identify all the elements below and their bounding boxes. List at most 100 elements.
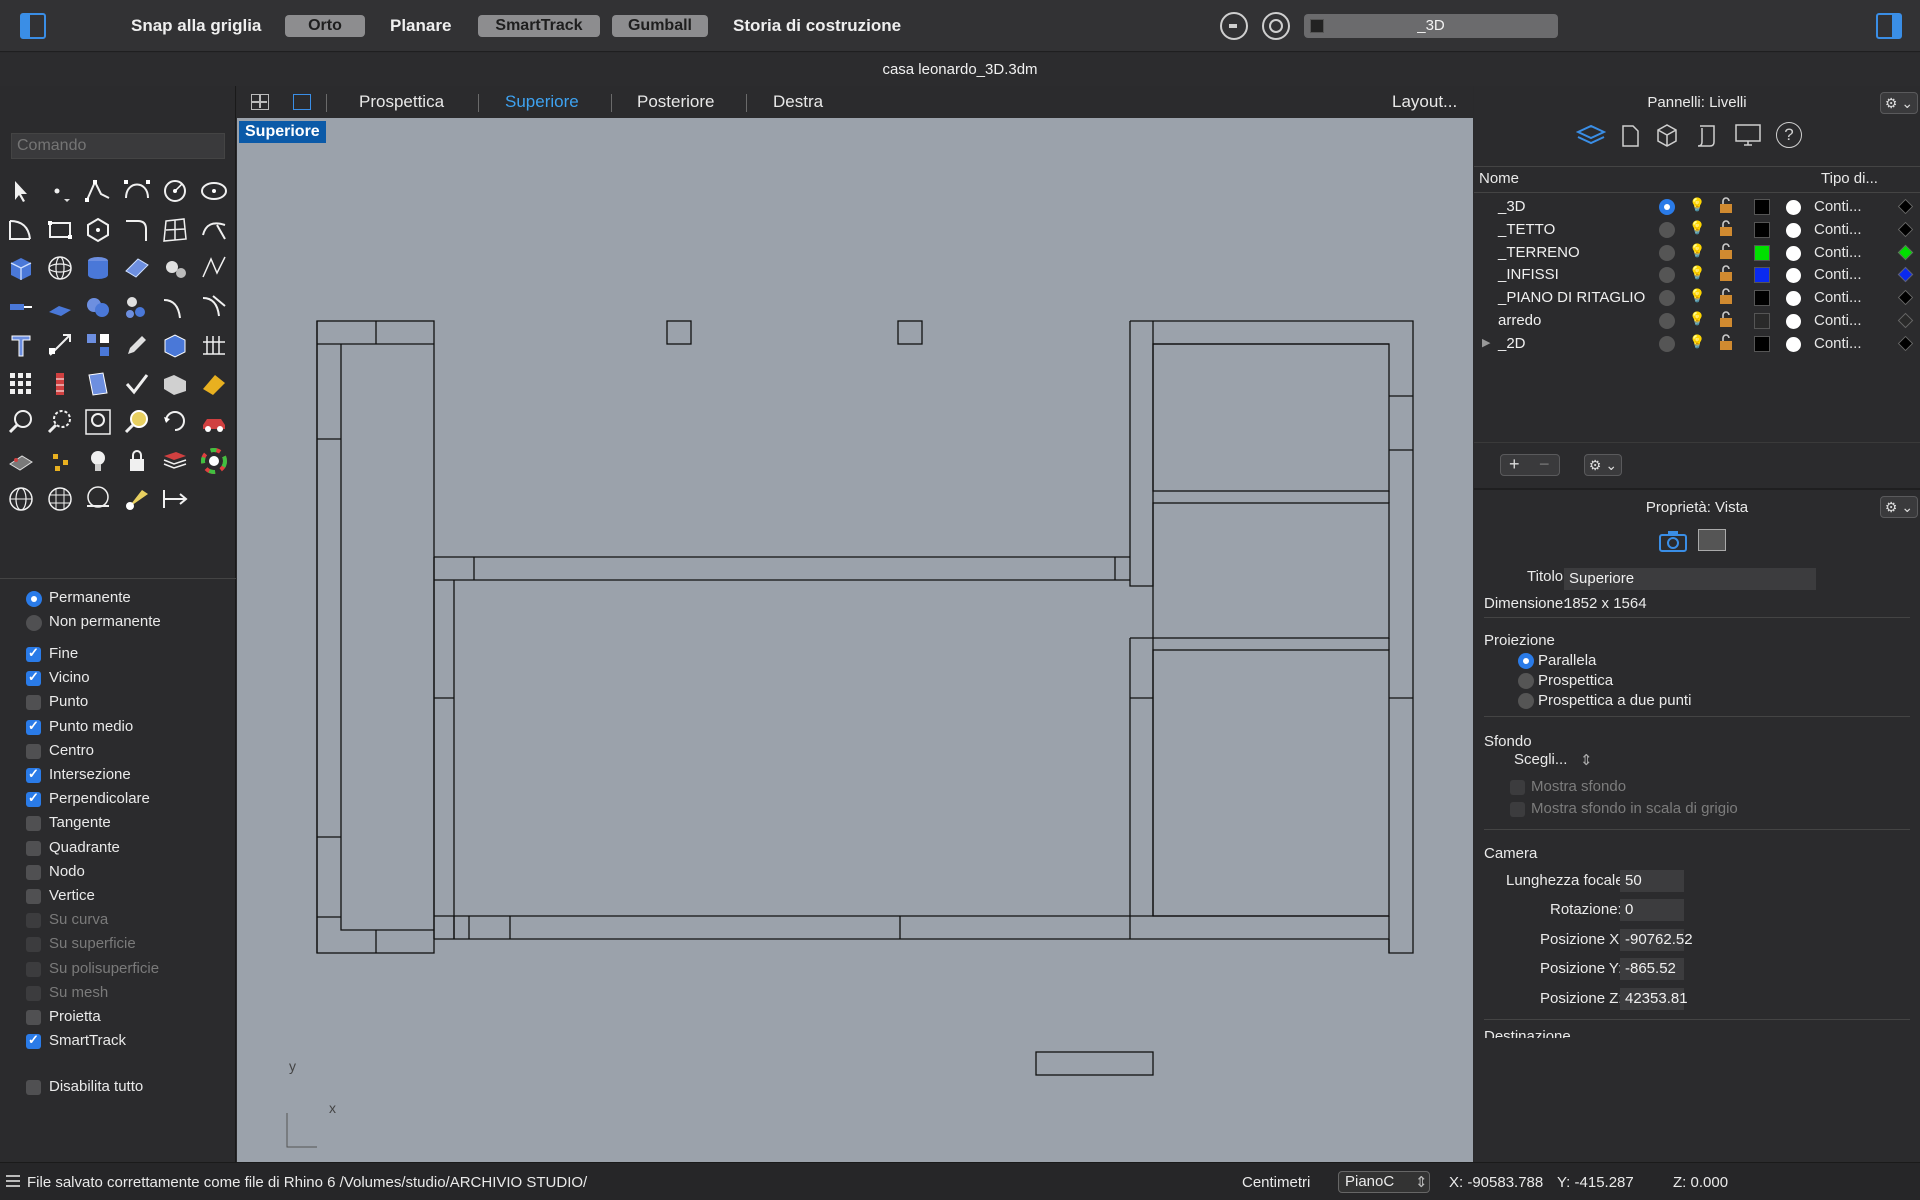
position-y-field[interactable]: -865.52 bbox=[1620, 958, 1684, 980]
layer-color-swatch[interactable] bbox=[1754, 244, 1770, 261]
layer-row[interactable]: arredo 💡 Conti... bbox=[1474, 310, 1920, 333]
scale-tool-icon[interactable] bbox=[43, 328, 77, 362]
lock-icon[interactable] bbox=[1719, 197, 1733, 213]
layer-color-swatch[interactable] bbox=[1754, 267, 1770, 284]
print-color-icon[interactable] bbox=[1897, 312, 1914, 329]
position-z-field[interactable]: 42353.81 bbox=[1620, 988, 1688, 1010]
notes-scroll-icon[interactable] bbox=[1694, 122, 1720, 148]
polygon-tool-icon[interactable] bbox=[81, 213, 115, 247]
current-layer-radio[interactable] bbox=[1659, 199, 1675, 215]
box-solid-icon[interactable] bbox=[4, 251, 38, 285]
cube-blue-icon[interactable] bbox=[158, 328, 192, 362]
analyze-tool-icon[interactable] bbox=[4, 444, 38, 478]
four-view-icon[interactable] bbox=[251, 94, 269, 110]
tab-superiore[interactable]: Superiore bbox=[505, 92, 579, 112]
properties-options-gear-icon[interactable]: ⚙ ⌄ bbox=[1880, 496, 1918, 518]
point-tool-icon[interactable] bbox=[43, 174, 77, 208]
arc-tool-icon[interactable] bbox=[4, 213, 38, 247]
select-tool-icon[interactable] bbox=[4, 174, 38, 208]
array-tool-icon[interactable] bbox=[81, 328, 115, 362]
current-layer-radio[interactable] bbox=[1659, 244, 1675, 261]
material-circle-icon[interactable] bbox=[1786, 291, 1801, 307]
layer-color-swatch[interactable] bbox=[1754, 221, 1770, 238]
lock-icon[interactable] bbox=[1719, 311, 1733, 327]
focal-length-field[interactable]: 50 bbox=[1620, 870, 1684, 892]
target-icon[interactable] bbox=[1262, 12, 1290, 40]
visibility-bulb-icon[interactable]: 💡 bbox=[1689, 220, 1705, 236]
expand-triangle-icon[interactable]: ▶ bbox=[1482, 336, 1490, 349]
layer-row[interactable]: ▶ _2D 💡 Conti... bbox=[1474, 333, 1920, 356]
zoom-tool-icon[interactable] bbox=[4, 405, 38, 439]
rotation-field[interactable]: 0 bbox=[1620, 899, 1684, 921]
layer-color-swatch[interactable] bbox=[1754, 313, 1770, 329]
edit-tool-icon[interactable] bbox=[120, 328, 154, 362]
material-circle-icon[interactable] bbox=[1786, 222, 1801, 238]
add-layer-icon[interactable]: + bbox=[1509, 454, 1520, 475]
title-field[interactable]: Superiore bbox=[1564, 568, 1816, 590]
material-circle-icon[interactable] bbox=[1786, 336, 1801, 352]
layer-row[interactable]: _3D 💡 Conti... bbox=[1474, 196, 1920, 219]
print-color-icon[interactable] bbox=[1897, 221, 1914, 238]
linetype-select[interactable]: Conti... bbox=[1814, 289, 1862, 306]
boolean-split-icon[interactable] bbox=[120, 290, 154, 324]
layers-tab-icon[interactable] bbox=[1575, 122, 1607, 148]
help-icon[interactable]: ? bbox=[1776, 122, 1802, 148]
rotate-view-icon[interactable] bbox=[158, 405, 192, 439]
gumball-toggle[interactable]: Gumball bbox=[612, 15, 708, 37]
current-layer-radio[interactable] bbox=[1659, 313, 1675, 329]
remove-layer-icon[interactable]: − bbox=[1539, 454, 1550, 475]
current-layer-radio[interactable] bbox=[1659, 267, 1675, 284]
snap-grid-toggle[interactable]: Snap alla griglia bbox=[131, 16, 261, 36]
single-view-icon[interactable] bbox=[293, 94, 311, 110]
linetype-select[interactable]: Conti... bbox=[1814, 266, 1862, 283]
sweep-tool-icon[interactable] bbox=[197, 213, 231, 247]
render-sphere-icon[interactable] bbox=[4, 482, 38, 516]
visibility-bulb-icon[interactable]: 💡 bbox=[1689, 197, 1705, 213]
sphere-solid-icon[interactable] bbox=[43, 251, 77, 285]
display-monitor-icon[interactable] bbox=[1734, 122, 1762, 148]
tab-prospettica[interactable]: Prospettica bbox=[359, 92, 444, 112]
color-wheel-icon[interactable] bbox=[197, 444, 231, 478]
visibility-bulb-icon[interactable]: 💡 bbox=[1689, 311, 1705, 327]
visibility-bulb-icon[interactable]: 💡 bbox=[1689, 265, 1705, 281]
linetype-select[interactable]: Conti... bbox=[1814, 312, 1862, 329]
linetype-select[interactable]: Conti... bbox=[1814, 335, 1862, 352]
zoom-extents-icon[interactable] bbox=[81, 405, 115, 439]
rectangle-tool-icon[interactable] bbox=[43, 213, 77, 247]
join-tool-icon[interactable] bbox=[197, 290, 231, 324]
layer-color-swatch[interactable] bbox=[1754, 199, 1770, 215]
material-circle-icon[interactable] bbox=[1786, 200, 1801, 215]
lock-icon[interactable] bbox=[1719, 220, 1733, 236]
visibility-bulb-icon[interactable]: 💡 bbox=[1689, 288, 1705, 304]
top-viewport[interactable]: Superiore y x bbox=[237, 118, 1473, 1162]
command-input[interactable] bbox=[11, 133, 225, 159]
layer-row[interactable]: _INFISSI 💡 Conti... bbox=[1474, 264, 1920, 287]
ellipse-tool-icon[interactable] bbox=[197, 174, 231, 208]
zoom-selected-icon[interactable] bbox=[120, 405, 154, 439]
construction-plane-select[interactable]: PianoC ⇕ bbox=[1338, 1171, 1430, 1193]
background-choose-select[interactable]: Scegli... ⇕ bbox=[1514, 751, 1604, 769]
grid-tool-icon[interactable] bbox=[197, 328, 231, 362]
viewport-icon[interactable] bbox=[1698, 529, 1726, 551]
zoom-window-icon[interactable] bbox=[43, 405, 77, 439]
page-tool-icon[interactable] bbox=[81, 367, 115, 401]
linetype-select[interactable]: Conti... bbox=[1814, 244, 1862, 261]
tab-posteriore[interactable]: Posteriore bbox=[637, 92, 714, 112]
smarttrack-toggle[interactable]: SmartTrack bbox=[478, 15, 600, 37]
linetype-select[interactable]: Conti... bbox=[1814, 198, 1862, 215]
text-tool-icon[interactable] bbox=[4, 328, 38, 362]
trim-tool-icon[interactable] bbox=[158, 290, 192, 324]
planare-toggle[interactable]: Planare bbox=[390, 16, 451, 36]
object-properties-icon[interactable] bbox=[1654, 122, 1680, 148]
lock-icon[interactable] bbox=[1719, 334, 1733, 350]
visibility-bulb-icon[interactable]: 💡 bbox=[1689, 334, 1705, 350]
gear-solid-icon[interactable] bbox=[158, 251, 192, 285]
right-panel-toggle-icon[interactable] bbox=[1876, 13, 1902, 39]
lock-tool-icon[interactable] bbox=[120, 444, 154, 478]
document-tab-icon[interactable] bbox=[1620, 124, 1640, 148]
current-layer-radio[interactable] bbox=[1659, 221, 1675, 238]
column-name-header[interactable]: Nome bbox=[1479, 170, 1519, 187]
column-type-header[interactable]: Tipo di... bbox=[1821, 170, 1878, 187]
layout-button[interactable]: Layout... bbox=[1392, 92, 1457, 112]
record-history-icon[interactable] bbox=[1220, 12, 1248, 40]
